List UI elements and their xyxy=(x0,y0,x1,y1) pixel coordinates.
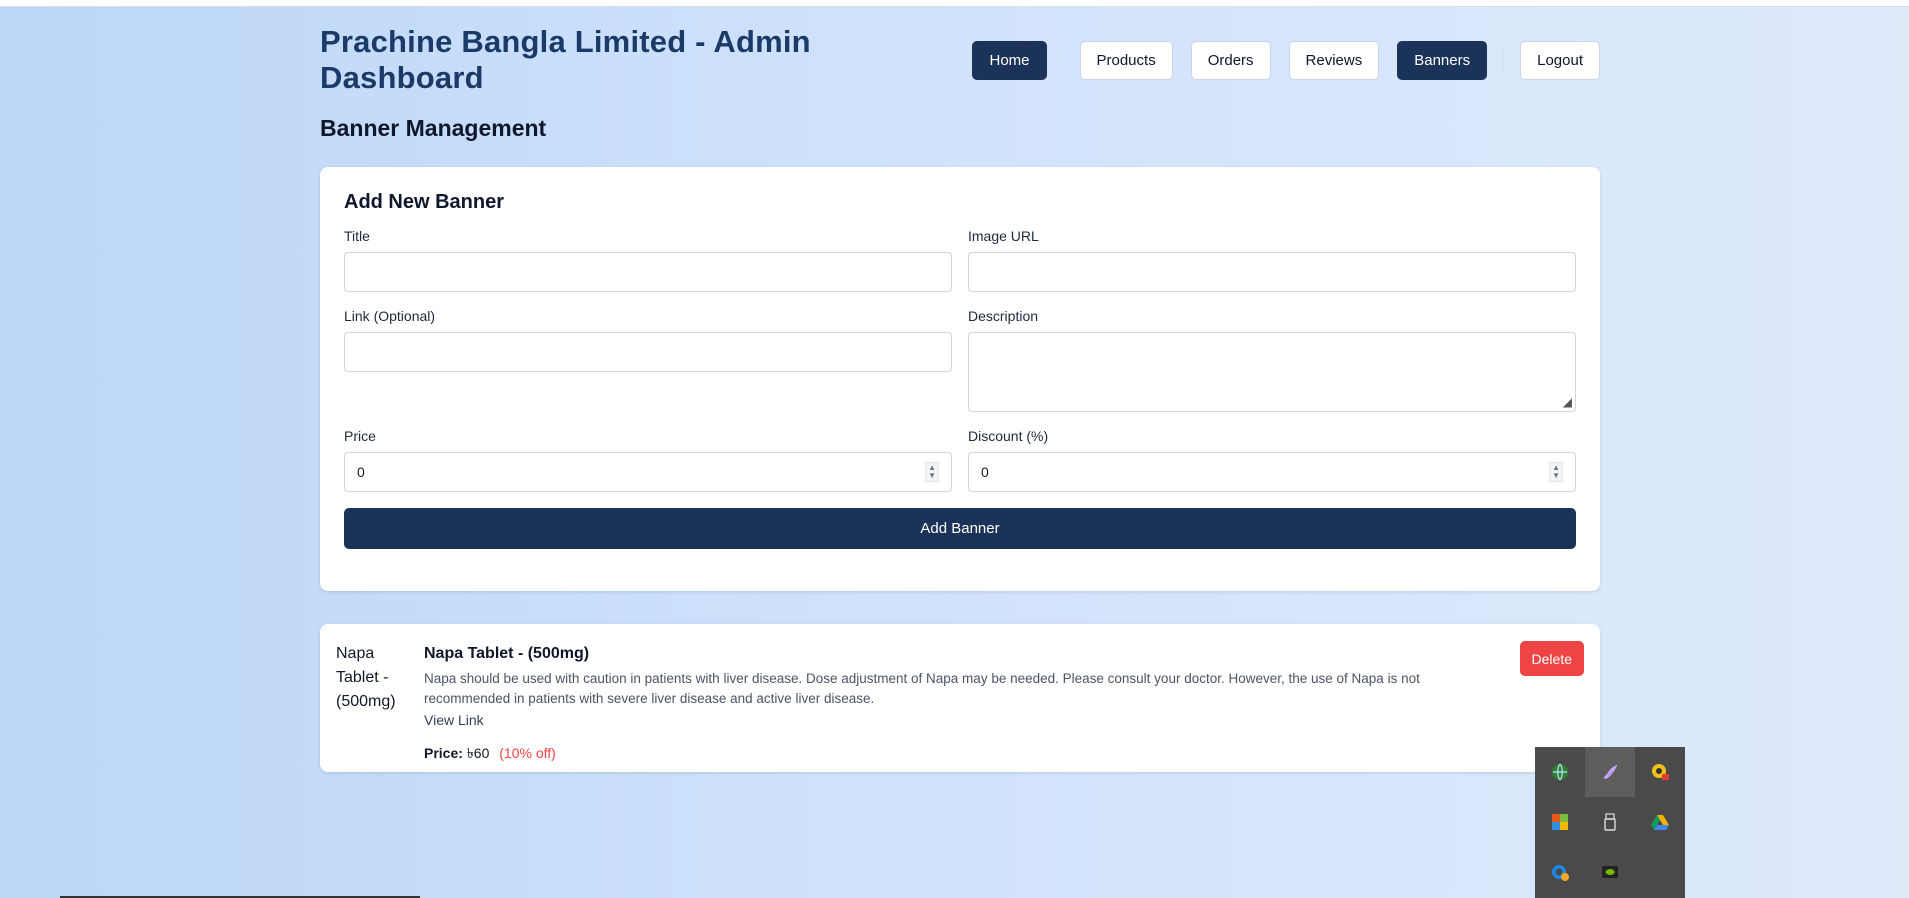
main-nav: Home Products Orders Reviews Banners Log… xyxy=(972,40,1600,80)
nav-divider xyxy=(1503,47,1505,73)
app-title: Prachine Bangla Limited - Admin Dashboar… xyxy=(320,24,811,95)
price-input[interactable]: 0 ▲ ▼ xyxy=(344,452,952,492)
description-field-group: Description ◢ xyxy=(968,308,1576,412)
discount-text: (10% off) xyxy=(499,745,556,761)
nav-reviews-button[interactable]: Reviews xyxy=(1288,40,1380,80)
price-value: 0 xyxy=(357,464,365,480)
add-banner-form: Add New Banner Title Image URL Link (Opt… xyxy=(320,167,1600,591)
lock-badge-icon xyxy=(1652,764,1669,780)
description-textarea[interactable]: ◢ xyxy=(968,332,1576,412)
tray-empty-slot xyxy=(1635,847,1685,897)
title-label: Title xyxy=(344,228,370,244)
logout-button[interactable]: Logout xyxy=(1520,40,1600,80)
link-field-group: Link (Optional) xyxy=(344,308,952,412)
nav-products-button[interactable]: Products xyxy=(1079,40,1173,80)
banner-description: Napa should be used with caution in pati… xyxy=(424,671,1420,706)
add-banner-button[interactable]: Add Banner xyxy=(344,508,1576,549)
description-label: Description xyxy=(968,308,1039,324)
nav-orders-button[interactable]: Orders xyxy=(1190,40,1271,80)
onedrive-sync-icon xyxy=(1552,865,1569,881)
tray-item[interactable] xyxy=(1635,797,1685,847)
banner-price: Price: ৳60 (10% off) xyxy=(424,742,1444,766)
tray-item[interactable] xyxy=(1585,747,1635,797)
banner-details: Napa Tablet - (500mg) Napa should be use… xyxy=(424,640,1444,761)
system-tray-overflow xyxy=(1535,747,1685,898)
form-heading: Add New Banner xyxy=(344,191,505,213)
price-value: ৳60 xyxy=(466,745,490,761)
number-spinner-icon[interactable]: ▲ ▼ xyxy=(1549,462,1563,482)
price-label: Price: xyxy=(424,745,463,761)
usb-drive-icon xyxy=(1604,813,1616,831)
image-url-input[interactable] xyxy=(968,252,1576,292)
number-spinner-icon[interactable]: ▲ ▼ xyxy=(925,462,939,482)
title-field-group: Title xyxy=(344,228,952,292)
window-top-edge xyxy=(0,0,1909,7)
price-field-group: Price 0 ▲ ▼ xyxy=(344,428,952,492)
banner-image: Napa Tablet - (500mg) xyxy=(336,645,396,710)
discount-field-group: Discount (%) 0 ▲ ▼ xyxy=(968,428,1576,492)
dashboard-container: Prachine Bangla Limited - Admin Dashboar… xyxy=(320,7,1600,772)
link-label: Link (Optional) xyxy=(344,308,436,324)
tray-item[interactable] xyxy=(1635,747,1685,797)
nav-divider xyxy=(1062,47,1064,73)
form-row: Link (Optional) Description ◢ xyxy=(344,308,1576,412)
price-label: Price xyxy=(344,428,376,444)
discount-label: Discount (%) xyxy=(968,428,1049,444)
header: Prachine Bangla Limited - Admin Dashboar… xyxy=(320,7,1600,113)
nav-home-button[interactable]: Home xyxy=(972,40,1047,80)
form-row: Title Image URL xyxy=(344,228,1576,292)
tray-item[interactable] xyxy=(1535,847,1585,897)
google-drive-icon xyxy=(1651,815,1669,830)
banner-title: Napa Tablet - (500mg) xyxy=(424,645,590,662)
link-input[interactable] xyxy=(344,332,952,372)
tray-item[interactable] xyxy=(1535,797,1585,847)
resize-handle-icon[interactable]: ◢ xyxy=(1563,396,1572,408)
nvidia-icon xyxy=(1602,866,1618,878)
image-url-field-group: Image URL xyxy=(968,228,1576,292)
image-url-label: Image URL xyxy=(968,228,1039,244)
discount-input[interactable]: 0 ▲ ▼ xyxy=(968,452,1576,492)
discount-value: 0 xyxy=(981,464,989,480)
page-title: Banner Management xyxy=(320,115,547,141)
banner-list-item: Napa Tablet - (500mg) Napa Tablet - (500… xyxy=(320,624,1600,772)
tray-item[interactable] xyxy=(1535,747,1585,797)
nav-banners-button[interactable]: Banners xyxy=(1397,40,1488,80)
tray-item[interactable] xyxy=(1585,797,1635,847)
tray-item[interactable] xyxy=(1585,847,1635,897)
delete-banner-button[interactable]: Delete xyxy=(1519,641,1584,676)
office-icon xyxy=(1552,814,1568,830)
feather-icon xyxy=(1603,764,1618,780)
title-input[interactable] xyxy=(344,252,952,292)
banner-view-link[interactable]: View Link xyxy=(424,712,484,728)
form-row: Price 0 ▲ ▼ Discount (%) 0 ▲ ▼ xyxy=(344,428,1576,492)
globe-icon xyxy=(1552,763,1568,781)
